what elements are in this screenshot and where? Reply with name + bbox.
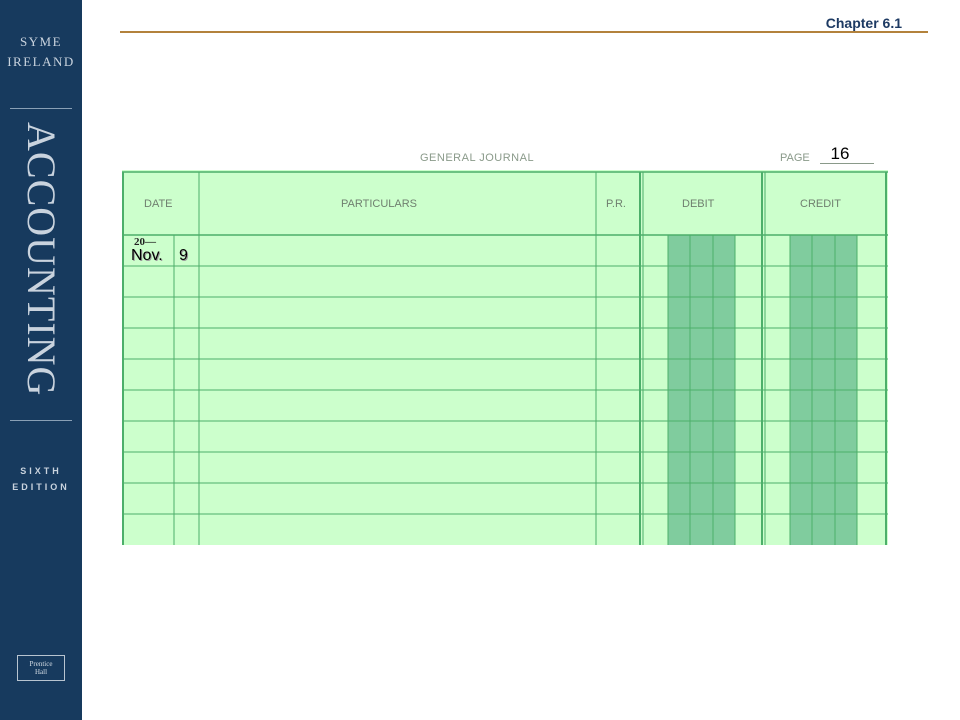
journal-grid bbox=[122, 170, 888, 545]
column-header-debit: DEBIT bbox=[682, 198, 715, 210]
header-rule bbox=[120, 31, 928, 33]
column-header-particulars: PARTICULARS bbox=[341, 198, 418, 210]
book-title-text: ACCOUNTING 1 bbox=[19, 122, 64, 408]
book-title-vertical: ACCOUNTING 1 bbox=[19, 122, 64, 408]
sidebar-rule-bottom bbox=[10, 420, 72, 421]
author-line-2: IRELAND bbox=[7, 54, 75, 69]
form-background bbox=[122, 170, 888, 545]
edition-line-2: EDITION bbox=[12, 482, 70, 492]
publisher-line-1: Prentice bbox=[29, 660, 53, 668]
edition-line-1: SIXTH bbox=[20, 466, 62, 476]
column-header-pr: P.R. bbox=[606, 198, 626, 210]
publisher-logo: Prentice Hall bbox=[17, 655, 65, 681]
sidebar-rule-top bbox=[10, 108, 72, 109]
publisher-line-2: Hall bbox=[34, 668, 48, 676]
book-spine-sidebar: SYME IRELAND ACCOUNTING 1 SIXTH EDITION … bbox=[0, 0, 82, 720]
page-number: 16 bbox=[830, 144, 850, 163]
entry-month: Nov. bbox=[131, 247, 163, 264]
chapter-label: Chapter 6.1 bbox=[825, 15, 902, 31]
page-label: PAGE bbox=[780, 152, 810, 164]
column-header-date: DATE bbox=[144, 198, 173, 210]
author-line-1: SYME bbox=[19, 34, 63, 49]
column-header-credit: CREDIT bbox=[800, 198, 841, 210]
journal-title: GENERAL JOURNAL bbox=[420, 152, 535, 164]
entry-day: 9 bbox=[179, 247, 188, 264]
